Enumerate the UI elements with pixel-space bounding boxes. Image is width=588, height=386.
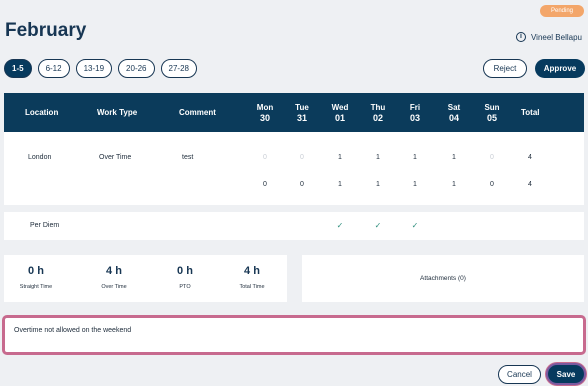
total-tue: 0	[300, 181, 304, 188]
total-fri: 1	[413, 181, 417, 188]
summary-straight-time: 0 h Straight Time	[19, 265, 53, 290]
user-name: Vineel Bellapu	[530, 32, 582, 42]
cell-hours-sat[interactable]: 1	[441, 154, 467, 161]
cell-hours-thu[interactable]: 1	[365, 154, 391, 161]
per-diem-check-thu[interactable]: ✓	[365, 221, 391, 230]
status-badge: Pending	[540, 5, 584, 17]
header-day-sat: Sat 04	[447, 103, 461, 123]
range-tab-20-26[interactable]: 20-26	[118, 59, 155, 78]
total-sat: 1	[452, 181, 456, 188]
cell-comment[interactable]: test	[182, 154, 193, 161]
cell-hours-fri[interactable]: 1	[402, 154, 428, 161]
cell-row-total: 4	[528, 154, 532, 161]
per-diem-row: Per Diem ✓ ✓ ✓	[4, 212, 584, 240]
header-comment: Comment	[179, 108, 216, 117]
per-diem-check-wed[interactable]: ✓	[327, 221, 353, 230]
cell-hours-wed[interactable]: 1	[327, 154, 353, 161]
table-header: Location Work Type Comment Mon 30 Tue 31 W…	[4, 93, 584, 132]
cancel-button[interactable]: Cancel	[498, 365, 541, 384]
timesheet-table: Location Work Type Comment Mon 30 Tue 31 W…	[4, 93, 584, 205]
total-thu: 1	[376, 181, 380, 188]
cell-work-type: Over Time	[99, 154, 132, 161]
cell-hours-sun[interactable]: 0	[479, 154, 505, 161]
header-day-thu: Thu 02	[370, 103, 386, 123]
cell-hours-mon[interactable]: 0	[252, 154, 278, 161]
info-icon[interactable]: i	[515, 32, 526, 42]
cell-location: London	[28, 154, 52, 161]
date-range-tabs: 1-5 6-12 13-19 20-26 27-28	[4, 59, 197, 78]
header-day-fri: Fri 03	[409, 103, 421, 123]
range-tab-1-5[interactable]: 1-5	[4, 59, 32, 78]
attachments-panel[interactable]: Attachments (0)	[302, 255, 584, 302]
comment-input[interactable]: Overtime not allowed on the weekend	[2, 315, 586, 355]
header-total: Total	[521, 108, 540, 117]
time-summary: 0 h Straight Time 4 h Over Time 0 h PTO …	[4, 255, 287, 302]
header-day-tue: Tue 31	[295, 103, 309, 123]
header-day-wed: Wed 01	[331, 103, 349, 123]
header-day-sun: Sun 05	[484, 103, 500, 123]
per-diem-label: Per Diem	[30, 222, 60, 229]
reject-button[interactable]: Reject	[483, 59, 527, 78]
summary-over-time: 4 h Over Time	[101, 265, 127, 290]
range-tab-6-12[interactable]: 6-12	[37, 59, 70, 78]
header-work-type: Work Type	[97, 108, 138, 117]
header-location: Location	[25, 108, 59, 117]
header-day-mon: Mon 30	[256, 103, 274, 123]
cell-hours-tue[interactable]: 0	[289, 154, 315, 161]
total-sun: 0	[490, 181, 494, 188]
page-title: February	[5, 20, 87, 41]
range-tab-13-19[interactable]: 13-19	[75, 59, 113, 78]
range-tab-27-28[interactable]: 27-28	[160, 59, 197, 78]
user-info[interactable]: i Vineel Bellapu	[515, 32, 582, 42]
total-wed: 1	[338, 181, 342, 188]
save-button[interactable]: Save	[546, 363, 586, 385]
per-diem-check-fri[interactable]: ✓	[402, 221, 428, 230]
summary-total-time: 4 h Total Time	[239, 265, 265, 290]
grand-total: 4	[528, 181, 532, 188]
total-mon: 0	[263, 181, 267, 188]
approve-button[interactable]: Approve	[535, 59, 585, 78]
summary-pto: 0 h PTO	[177, 265, 193, 290]
